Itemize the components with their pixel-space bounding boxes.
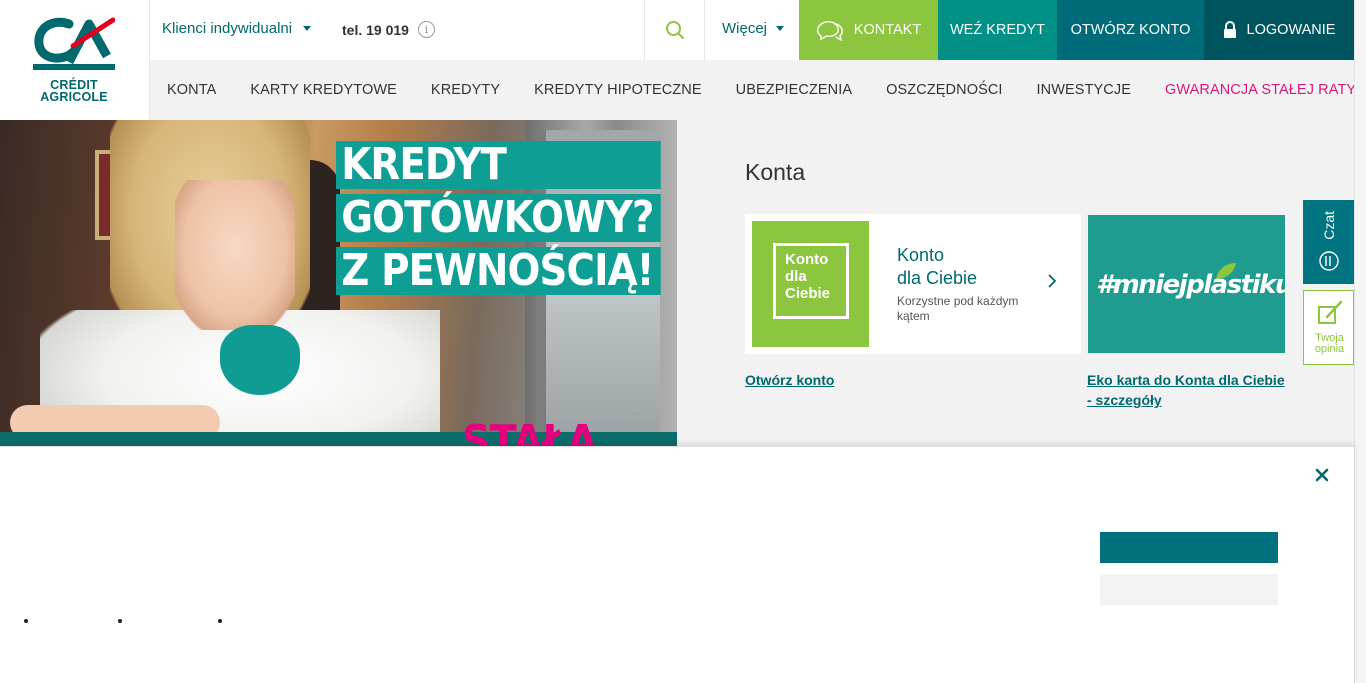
caret-down-icon [303,26,312,31]
main-nav: KONTA KARTY KREDYTOWE KREDYTY KREDYTY HI… [150,60,1356,120]
kontakt-label: KONTAKT [853,22,922,38]
credit-agricole-logo-icon [33,17,115,70]
wez-kredyt-label: WEŹ KREDYT [949,22,1046,38]
page-scrollbar[interactable] [1354,0,1366,683]
login-label: LOGOWANIE [1246,22,1336,38]
konto-dla-ciebie-card[interactable]: Konto dla Ciebie Konto dla Ciebie Korzys… [745,214,1081,354]
opinion-line-2: opinia [1314,343,1345,355]
eko-karta-link[interactable]: Eko karta do Konta dla Ciebie - szczegół… [1087,370,1291,410]
nav-item-oszczednosci[interactable]: OSZCZĘDNOŚCI [886,82,1002,98]
card-title-line-1: Konto [897,245,945,265]
wez-kredyt-button[interactable]: WEŹ KREDYT [938,0,1057,60]
section-title: Konta [745,159,806,185]
chevron-right-icon [1048,274,1056,288]
nav-item-ubezpieczenia[interactable]: UBEZPIECZENIA [736,82,853,98]
consent-accept-button[interactable] [1100,532,1278,563]
info-icon[interactable]: i [417,21,435,38]
opinion-label: Twoja opinia [1304,333,1355,355]
brand-name-line2: AGRICOLE [40,90,108,104]
mniej-plastiku-banner[interactable]: #mniejplastiku [1088,215,1285,353]
search-icon [665,21,684,39]
woman-scarf [220,325,300,395]
otworz-konto-link[interactable]: Otwórz konto [745,370,834,390]
nav-item-konta[interactable]: KONTA [167,82,216,98]
konto-dla-ciebie-logo-text: Konto dla Ciebie [773,243,849,319]
woman-face [175,180,295,330]
nav-item-karty-kredytowe[interactable]: KARTY KREDYTOWE [250,82,397,98]
caret-down-icon [776,26,785,31]
konta-section: Konta Konto dla Ciebie Konto dla Ciebie … [677,120,1354,446]
phone-number: tel. 19 019 i [342,21,435,38]
chat-label: Czat [1321,211,1337,240]
hero-line-2: GOTÓWKOWY? [336,194,661,242]
login-button[interactable]: LOGOWANIE [1204,0,1354,60]
edit-note-icon [1318,300,1343,324]
kontakt-button[interactable]: KONTAKT [799,0,938,60]
hero-line-4: STAŁA [462,416,598,446]
consent-panel [0,446,1354,683]
brand-name: CRÉDIT AGRICOLE [26,79,122,104]
list-bullet [218,619,222,623]
nav-item-kredyty-hipoteczne[interactable]: KREDYTY HIPOTECZNE [534,82,702,98]
list-bullet [24,619,28,623]
more-dropdown[interactable]: Więcej [722,20,785,37]
chat-tab[interactable]: Czat [1303,200,1354,284]
promo-text: #mniejplastiku [1096,270,1285,300]
nav-item-gwarancja-stalej-raty[interactable]: GWARANCJA STAŁEJ RATY [1165,82,1356,98]
logo-line-3: Ciebie [785,285,831,302]
list-bullet [118,619,122,623]
opinion-tab[interactable]: Twoja opinia [1303,290,1354,365]
top-bar: Klienci indywidualni tel. 19 019 i Więce… [150,0,1354,60]
brand-logo[interactable]: CRÉDIT AGRICOLE [0,0,150,120]
nav-item-kredyty[interactable]: KREDYTY [431,82,500,98]
card-description: Korzystne pod każdym kątem [897,294,1019,323]
site-header: CRÉDIT AGRICOLE Klienci indywidualni tel… [0,0,1356,120]
nav-item-inwestycje[interactable]: INWESTYCJE [1037,82,1131,98]
card-title: Konto dla Ciebie [897,244,977,290]
consent-settings-button[interactable] [1100,574,1278,605]
segment-dropdown[interactable]: Klienci indywidualni [162,20,312,37]
konto-dla-ciebie-logo: Konto dla Ciebie [752,221,869,347]
hero-line-1: KREDYT [336,141,661,189]
otworz-konto-label: OTWÓRZ KONTO [1070,22,1191,38]
logo-line-2: dla [785,268,807,285]
more-label: Więcej [722,20,768,37]
otworz-konto-button[interactable]: OTWÓRZ KONTO [1057,0,1204,60]
card-title-line-2: dla Ciebie [897,268,978,288]
hero-headline: KREDYT GOTÓWKOWY? Z PEWNOŚCIĄ! [336,141,677,300]
logo-line-1: Konto [785,251,829,268]
hero-line-3: Z PEWNOŚCIĄ! [336,247,661,295]
segment-label: Klienci indywidualni [162,20,293,37]
lock-icon [1223,21,1236,38]
close-icon[interactable] [1312,465,1332,485]
phone-label: tel. 19 019 [342,21,409,38]
search-button[interactable] [644,0,705,60]
chat-icon [1319,251,1339,271]
hero-banner[interactable]: KREDYT GOTÓWKOWY? Z PEWNOŚCIĄ! STAŁA [0,120,677,446]
chat-bubbles-icon [816,21,843,41]
